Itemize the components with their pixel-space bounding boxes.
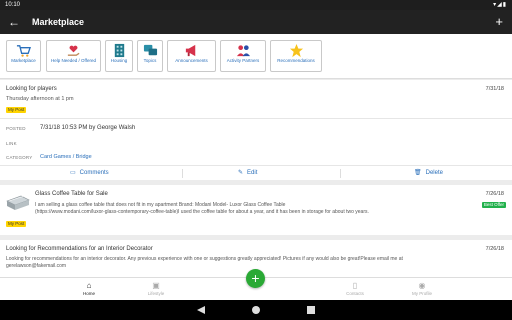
- post-actions: ▭ Comments ✎ Edit 🗑 Delete: [0, 167, 512, 180]
- my-post-badge: My Post: [6, 107, 27, 113]
- nav-my-profile[interactable]: ◉ My Profile: [392, 281, 452, 296]
- category-label: Activity Partners: [226, 58, 260, 63]
- status-icons: ▾◢▮: [493, 2, 507, 8]
- category-label: Marketplace: [11, 58, 36, 63]
- create-post-fab[interactable]: +: [246, 269, 265, 288]
- helping-hand-icon: [67, 45, 80, 56]
- comments-button[interactable]: ▭ Comments: [70, 167, 109, 180]
- separator: [182, 169, 183, 178]
- divider: [0, 165, 512, 166]
- category-bar: Marketplace Help Needed / Offered Housin…: [0, 34, 512, 79]
- bag-icon: ▣: [152, 281, 160, 290]
- category-label: CATEGORY: [6, 155, 33, 160]
- contacts-icon: ▯: [352, 281, 358, 290]
- add-post-button[interactable]: +: [495, 14, 503, 29]
- category-recommendations[interactable]: Recommendations: [270, 40, 322, 72]
- back-triangle-icon[interactable]: [196, 305, 206, 315]
- divider: [0, 118, 512, 119]
- category-announcements[interactable]: Announcements: [167, 40, 216, 72]
- bottom-navigation: ⌂ Home ▣ Lifestyle + ▯ Contacts ◉ My Pro…: [0, 269, 512, 300]
- nav-contacts[interactable]: ▯ Contacts: [325, 281, 385, 296]
- edit-button[interactable]: ✎ Edit: [238, 167, 257, 180]
- post-date: 7/26/18: [485, 246, 504, 252]
- system-navigation-bar: [0, 300, 512, 320]
- delete-label: Delete: [425, 170, 443, 176]
- nav-label: Home: [82, 291, 95, 296]
- category-marketplace[interactable]: Marketplace: [6, 40, 41, 72]
- status-time: 10:10: [5, 2, 21, 8]
- profile-icon: ◉: [418, 281, 426, 290]
- star-icon: [289, 43, 303, 58]
- post-date: 7/31/18: [485, 86, 504, 92]
- post-body-line-1: I am selling a glass coffee table that d…: [35, 202, 286, 208]
- edit-label: Edit: [247, 170, 258, 176]
- post-title: Looking for players: [6, 86, 57, 92]
- pencil-icon: ✎: [238, 170, 244, 176]
- category-label: Recommendations: [277, 58, 315, 63]
- comment-icon: ▭: [70, 170, 76, 176]
- home-circle-icon[interactable]: [251, 305, 261, 315]
- page-title: Marketplace: [32, 17, 85, 27]
- post-title: Glass Coffee Table for Sale: [35, 191, 108, 197]
- post-body-line-2: (https://www.modani.com/luxor-glass-cont…: [35, 209, 369, 215]
- category-housing[interactable]: Housing: [105, 40, 133, 72]
- best-offer-badge: Best Offer: [481, 202, 506, 208]
- recents-square-icon[interactable]: [306, 305, 316, 315]
- post-card[interactable]: Looking for players 7/31/18 Thursday aft…: [0, 80, 512, 180]
- chat-bubbles-icon: [143, 44, 157, 56]
- comments-label: Comments: [79, 170, 109, 176]
- back-arrow-icon[interactable]: ←: [8, 14, 20, 30]
- posted-value: 7/31/18 10:53 PM by George Walsh: [40, 125, 136, 131]
- trash-icon: 🗑: [414, 170, 422, 176]
- posted-label: POSTED: [6, 126, 26, 131]
- category-activity-partners[interactable]: Activity Partners: [220, 40, 266, 72]
- category-label: Housing: [110, 58, 128, 63]
- app-bar: ← Marketplace +: [0, 10, 512, 34]
- post-subtitle: Thursday afternoon at 1 pm: [6, 96, 74, 102]
- category-link[interactable]: Card Games / Bridge: [40, 154, 92, 161]
- category-topics[interactable]: Topics: [137, 40, 163, 72]
- category-label: Announcements: [175, 58, 208, 63]
- category-help[interactable]: Help Needed / Offered: [46, 40, 101, 72]
- status-bar: 10:10 ▾◢▮: [0, 0, 512, 10]
- nav-label: My Profile: [411, 291, 432, 296]
- category-label: Help Needed / Offered: [51, 58, 96, 63]
- delete-button[interactable]: 🗑 Delete: [414, 167, 443, 180]
- coffee-table-thumbnail: [6, 195, 30, 210]
- category-label: Topics: [143, 58, 157, 63]
- post-feed[interactable]: Looking for players 7/31/18 Thursday aft…: [0, 80, 512, 277]
- link-label: LINK: [6, 141, 17, 146]
- megaphone-icon: [185, 44, 196, 57]
- nav-home[interactable]: ⌂ Home: [59, 281, 119, 296]
- people-icon: [236, 45, 250, 57]
- my-post-badge: My Post: [6, 221, 27, 227]
- post-card[interactable]: Glass Coffee Table for Sale 7/26/18 I am…: [0, 185, 512, 235]
- nav-label: Contacts: [346, 291, 364, 296]
- cart-icon: [16, 45, 31, 57]
- post-title: Looking for Recommendations for an Inter…: [6, 246, 153, 252]
- post-body-line-1: Looking for recommendations for an inter…: [6, 256, 403, 262]
- nav-label: Lifestyle: [147, 291, 165, 296]
- post-date: 7/26/18: [485, 191, 504, 197]
- home-icon: ⌂: [86, 281, 92, 290]
- separator: [340, 169, 341, 178]
- nav-lifestyle[interactable]: ▣ Lifestyle: [126, 281, 186, 296]
- post-body-line-2: gerelawson@fakemail.com: [6, 263, 67, 269]
- building-icon: [114, 43, 124, 58]
